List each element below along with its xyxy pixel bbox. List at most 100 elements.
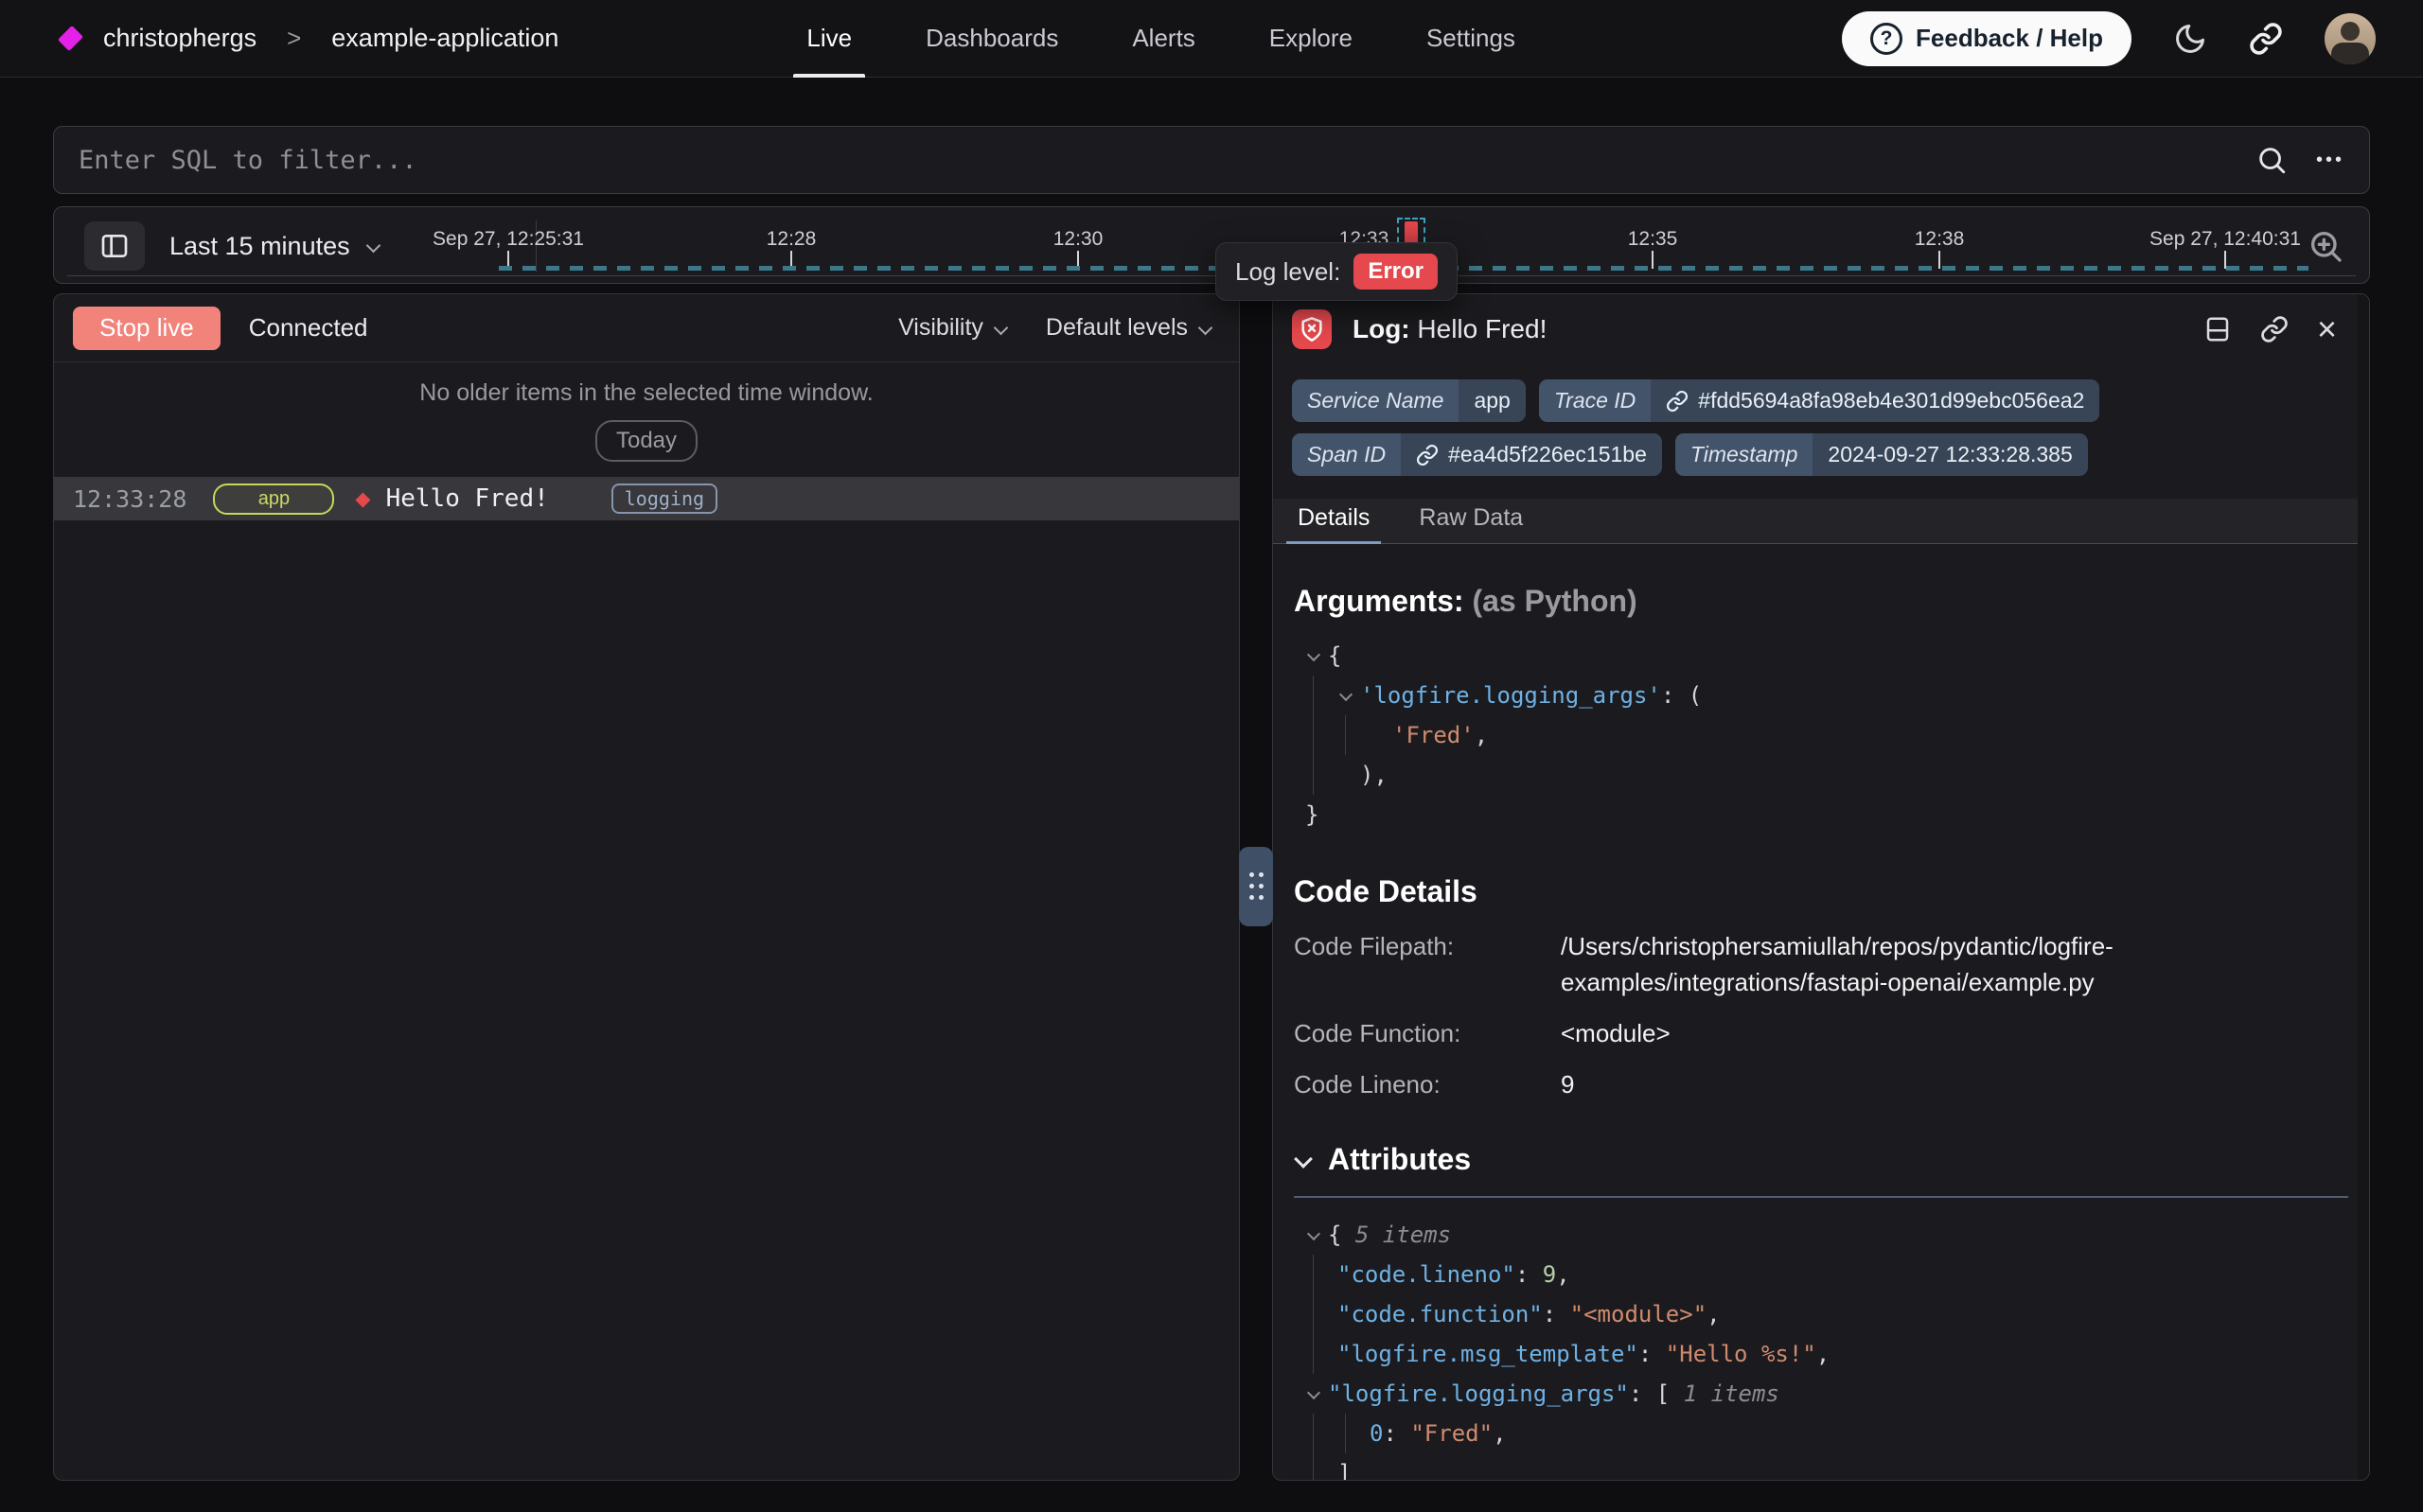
tab-details[interactable]: Details [1294,504,1373,543]
panel-resize-handle[interactable] [1239,847,1273,926]
code-function-value: <module> [1561,1015,2223,1051]
code-token [1337,755,1360,795]
error-level-badge: Error [1353,254,1438,290]
service-badge[interactable]: app [213,483,334,515]
copy-link-icon[interactable] [2260,315,2289,343]
tab-explore[interactable]: Explore [1269,0,1353,78]
visibility-dropdown[interactable]: Visibility [898,314,1008,342]
detail-body: Arguments: (as Python) {'logfire.logging… [1273,584,2369,1481]
timeline-zoom-button[interactable] [2299,221,2352,271]
arguments-heading: Arguments: (as Python) [1294,584,2348,619]
span-id-value[interactable]: #ea4d5f226ec151be [1448,442,1647,467]
tick-label: 12:30 [1053,228,1104,251]
attributes-heading-text: Attributes [1328,1142,1471,1177]
stop-live-button[interactable]: Stop live [73,307,221,350]
code-token [1313,755,1337,795]
feedback-help-button[interactable]: ? Feedback / Help [1842,11,2131,66]
detail-tabstrip: Details Raw Data [1273,499,2369,544]
collapse-chevron-icon[interactable] [1305,1215,1328,1255]
code-token: , [1493,1414,1506,1453]
collapse-chevron-icon[interactable] [1294,1151,1313,1169]
log-row[interactable]: 12:33:28 app ◆ Hello Fred! logging [54,477,1239,520]
code-line: { [1305,636,2348,676]
logfire-logo-icon[interactable] [58,26,83,51]
link-icon[interactable] [1416,444,1439,466]
sql-filter-input[interactable]: Enter SQL to filter... [79,146,2255,175]
code-token: , [1707,1294,1720,1334]
default-levels-label: Default levels [1046,314,1188,342]
code-token [1345,1414,1370,1453]
time-range-bar: Last 15 minutes Sep 27, 12:25:31 12:28 1… [53,206,2370,284]
pill-value: 2024-09-27 12:33:28.385 [1813,433,2087,476]
code-token: 5 items [1355,1215,1451,1255]
code-line: 'logfire.logging_args': ( [1305,676,2348,715]
arguments-heading-text: Arguments: [1294,584,1464,618]
collapse-chevron-icon[interactable] [1305,1374,1328,1414]
top-nav: christophergs > example-application Live… [0,0,2423,78]
pill-value: #fdd5694a8fa98eb4e301d99ebc056ea2 [1651,379,2099,422]
collapse-chevron-icon[interactable] [1305,636,1328,676]
nav-tabs: Live Dashboards Alerts Explore Settings [806,0,1514,78]
breadcrumb-separator: > [287,24,301,53]
more-options-icon[interactable]: ••• [2316,149,2344,171]
trace-id-pill: Trace ID #fdd5694a8fa98eb4e301d99ebc056e… [1539,379,2100,422]
user-avatar[interactable] [2325,13,2376,64]
code-token: : ( [1661,676,1702,715]
question-mark-icon: ? [1870,23,1902,55]
trace-id-value[interactable]: #fdd5694a8fa98eb4e301d99ebc056ea2 [1698,388,2084,413]
code-details-rows: Code Filepath: /Users/christophersamiull… [1294,928,2348,1102]
tab-settings[interactable]: Settings [1426,0,1515,78]
breadcrumb-org[interactable]: christophergs [103,24,256,53]
log-message: Hello Fred! [386,484,549,513]
code-token: : [1638,1334,1666,1374]
split-panel-icon[interactable] [2203,315,2232,343]
tick-label: 12:28 [767,228,817,251]
code-lineno-label: Code Lineno: [1294,1066,1561,1102]
code-token: ] [1337,1453,1351,1481]
chevron-down-icon [365,238,380,254]
close-icon[interactable]: × [2317,315,2337,343]
logfire-live-view: { "nav": { "breadcrumb": { "org": "chris… [0,0,2423,1512]
code-token [1313,715,1337,755]
code-token: : [1515,1255,1543,1294]
share-link-button[interactable] [2249,22,2283,56]
collapse-chevron-icon[interactable] [1337,676,1360,715]
code-token: "logfire.msg_template" [1337,1334,1638,1374]
code-function-label: Code Function: [1294,1015,1561,1051]
nav-actions: ? Feedback / Help [1842,11,2423,66]
tooltip-label: Log level: [1235,257,1340,287]
tab-raw-data[interactable]: Raw Data [1415,504,1527,543]
attributes-heading: Attributes [1294,1142,2348,1177]
tab-live[interactable]: Live [806,0,852,78]
tick-label: 12:38 [1915,228,1965,251]
time-range-dropdown[interactable]: Last 15 minutes [169,207,380,285]
tick-label: 12:35 [1628,228,1678,251]
live-feed-panel: Stop live Connected Visibility Default l… [53,293,1240,1481]
visibility-label: Visibility [898,314,983,342]
log-detail-panel: Log: Hello Fred! × Service Name app Trac… [1272,293,2370,1481]
breadcrumb: christophergs > example-application [0,24,558,53]
attributes-code-block: { 5 items"code.lineno": 9,"code.function… [1294,1215,2348,1481]
code-token: { [1328,1215,1355,1255]
default-levels-dropdown[interactable]: Default levels [1046,314,1212,342]
code-token: "code.lineno" [1337,1255,1515,1294]
code-line: "logfire.logging_args": [ 1 items [1305,1374,2348,1414]
sql-filter-bar[interactable]: Enter SQL to filter... ••• [53,126,2370,194]
sidebar-toggle-button[interactable] [84,221,145,271]
code-token: ), [1360,755,1388,795]
code-token [1345,715,1370,755]
tick-label: Sep 27, 12:25:31 [433,228,584,251]
code-token: "logfire.logging_args" [1328,1374,1629,1414]
logging-tag-badge[interactable]: logging [611,483,717,514]
tab-alerts[interactable]: Alerts [1132,0,1194,78]
chevron-down-icon [1197,321,1212,336]
search-icon[interactable] [2255,144,2288,176]
connection-status: Connected [249,313,368,343]
dark-mode-toggle[interactable] [2173,22,2207,56]
breadcrumb-project[interactable]: example-application [331,24,558,53]
scrollbar[interactable] [2358,294,2369,1480]
link-icon[interactable] [1666,390,1689,413]
tab-dashboards[interactable]: Dashboards [926,0,1058,78]
code-token: , [1475,715,1488,755]
today-button[interactable]: Today [595,420,698,462]
